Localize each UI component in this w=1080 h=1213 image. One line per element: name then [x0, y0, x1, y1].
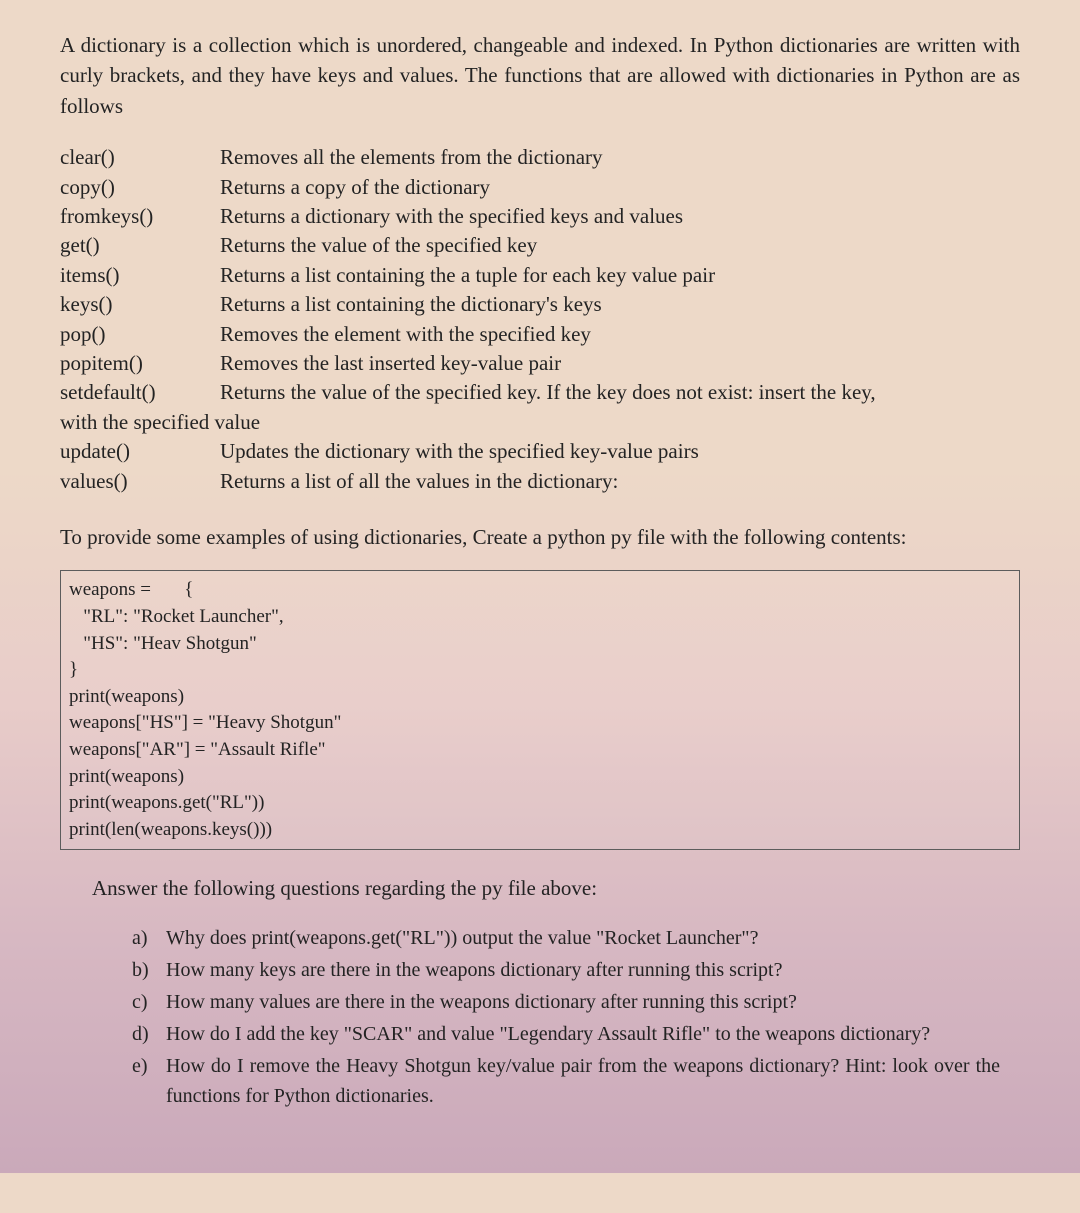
- method-name: update(): [60, 437, 220, 466]
- method-name: get(): [60, 231, 220, 260]
- method-row: popitem()Removes the last inserted key-v…: [60, 349, 1020, 378]
- method-row: fromkeys()Returns a dictionary with the …: [60, 202, 1020, 231]
- document-page: A dictionary is a collection which is un…: [0, 0, 1080, 1173]
- method-description: Returns the value of the specified key: [220, 231, 1020, 260]
- method-name: clear(): [60, 143, 220, 172]
- method-row: setdefault()Returns the value of the spe…: [60, 378, 1020, 407]
- method-description-wrap: with the specified value: [60, 408, 1020, 437]
- method-row: update()Updates the dictionary with the …: [60, 437, 1020, 466]
- method-description: Returns a list of all the values in the …: [220, 467, 1020, 496]
- question-text: Why does print(weapons.get("RL")) output…: [166, 923, 1000, 953]
- method-name: copy(): [60, 173, 220, 202]
- example-intro: To provide some examples of using dictio…: [60, 522, 1020, 552]
- method-row: pop()Removes the element with the specif…: [60, 320, 1020, 349]
- method-name: fromkeys(): [60, 202, 220, 231]
- method-description: Returns a dictionary with the specified …: [220, 202, 1020, 231]
- question-row: a)Why does print(weapons.get("RL")) outp…: [132, 923, 1000, 953]
- method-row: values()Returns a list of all the values…: [60, 467, 1020, 496]
- question-label: b): [132, 955, 166, 985]
- method-description: Removes the element with the specified k…: [220, 320, 1020, 349]
- code-box: weapons = { "RL": "Rocket Launcher", "HS…: [60, 570, 1020, 850]
- method-description: Updates the dictionary with the specifie…: [220, 437, 1020, 466]
- question-text: How do I remove the Heavy Shotgun key/va…: [166, 1051, 1000, 1111]
- method-name: values(): [60, 467, 220, 496]
- method-name: keys(): [60, 290, 220, 319]
- intro-paragraph: A dictionary is a collection which is un…: [60, 30, 1020, 121]
- answer-intro: Answer the following questions regarding…: [92, 876, 1020, 901]
- methods-list: clear()Removes all the elements from the…: [60, 143, 1020, 496]
- method-name: pop(): [60, 320, 220, 349]
- method-description: Removes the last inserted key-value pair: [220, 349, 1020, 378]
- questions-list: a)Why does print(weapons.get("RL")) outp…: [132, 923, 1000, 1111]
- method-description: Returns the value of the specified key. …: [220, 378, 1020, 407]
- method-row: copy()Returns a copy of the dictionary: [60, 173, 1020, 202]
- question-row: c)How many values are there in the weapo…: [132, 987, 1000, 1017]
- question-label: d): [132, 1019, 166, 1049]
- method-name: items(): [60, 261, 220, 290]
- question-text: How many values are there in the weapons…: [166, 987, 1000, 1017]
- question-text: How do I add the key "SCAR" and value "L…: [166, 1019, 1000, 1049]
- method-row: get()Returns the value of the specified …: [60, 231, 1020, 260]
- question-label: e): [132, 1051, 166, 1111]
- method-row: keys()Returns a list containing the dict…: [60, 290, 1020, 319]
- question-label: a): [132, 923, 166, 953]
- question-label: c): [132, 987, 166, 1017]
- method-description: Returns a list containing the a tuple fo…: [220, 261, 1020, 290]
- question-row: e)How do I remove the Heavy Shotgun key/…: [132, 1051, 1000, 1111]
- question-row: b)How many keys are there in the weapons…: [132, 955, 1000, 985]
- method-description: Removes all the elements from the dictio…: [220, 143, 1020, 172]
- question-text: How many keys are there in the weapons d…: [166, 955, 1000, 985]
- method-row: clear()Removes all the elements from the…: [60, 143, 1020, 172]
- method-name: setdefault(): [60, 378, 220, 407]
- method-description: Returns a list containing the dictionary…: [220, 290, 1020, 319]
- question-row: d)How do I add the key "SCAR" and value …: [132, 1019, 1000, 1049]
- method-name: popitem(): [60, 349, 220, 378]
- method-row: items()Returns a list containing the a t…: [60, 261, 1020, 290]
- method-description: Returns a copy of the dictionary: [220, 173, 1020, 202]
